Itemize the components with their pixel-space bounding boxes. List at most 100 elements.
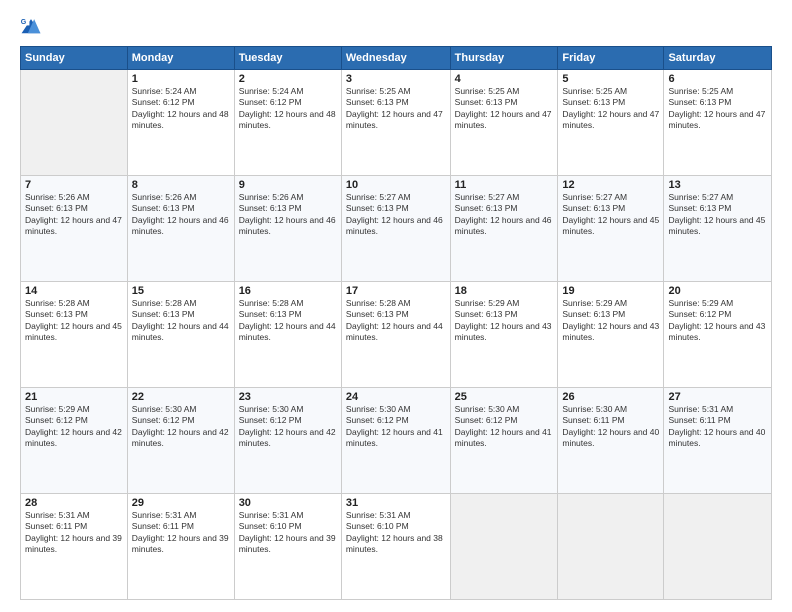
weekday-header-row: SundayMondayTuesdayWednesdayThursdayFrid… [21, 47, 772, 70]
day-info: Sunrise: 5:29 AM Sunset: 6:12 PM Dayligh… [668, 298, 767, 344]
calendar-cell: 25Sunrise: 5:30 AM Sunset: 6:12 PM Dayli… [450, 388, 558, 494]
calendar-cell [21, 70, 128, 176]
week-row-3: 14Sunrise: 5:28 AM Sunset: 6:13 PM Dayli… [21, 282, 772, 388]
calendar-cell: 4Sunrise: 5:25 AM Sunset: 6:13 PM Daylig… [450, 70, 558, 176]
calendar-cell: 16Sunrise: 5:28 AM Sunset: 6:13 PM Dayli… [234, 282, 341, 388]
day-number: 8 [132, 179, 230, 191]
day-number: 11 [455, 179, 554, 191]
day-number: 6 [668, 73, 767, 85]
day-info: Sunrise: 5:25 AM Sunset: 6:13 PM Dayligh… [668, 86, 767, 132]
day-number: 7 [25, 179, 123, 191]
week-row-5: 28Sunrise: 5:31 AM Sunset: 6:11 PM Dayli… [21, 494, 772, 600]
day-number: 26 [562, 391, 659, 403]
calendar-table: SundayMondayTuesdayWednesdayThursdayFrid… [20, 46, 772, 600]
day-number: 24 [346, 391, 446, 403]
calendar-cell: 30Sunrise: 5:31 AM Sunset: 6:10 PM Dayli… [234, 494, 341, 600]
day-info: Sunrise: 5:27 AM Sunset: 6:13 PM Dayligh… [562, 192, 659, 238]
day-info: Sunrise: 5:25 AM Sunset: 6:13 PM Dayligh… [562, 86, 659, 132]
day-info: Sunrise: 5:28 AM Sunset: 6:13 PM Dayligh… [239, 298, 337, 344]
day-info: Sunrise: 5:30 AM Sunset: 6:12 PM Dayligh… [239, 404, 337, 450]
day-info: Sunrise: 5:27 AM Sunset: 6:13 PM Dayligh… [455, 192, 554, 238]
svg-text:G: G [21, 19, 27, 26]
day-number: 3 [346, 73, 446, 85]
calendar-cell: 9Sunrise: 5:26 AM Sunset: 6:13 PM Daylig… [234, 176, 341, 282]
calendar-cell: 6Sunrise: 5:25 AM Sunset: 6:13 PM Daylig… [664, 70, 772, 176]
day-number: 17 [346, 285, 446, 297]
calendar-cell: 1Sunrise: 5:24 AM Sunset: 6:12 PM Daylig… [127, 70, 234, 176]
page: G SundayMondayTuesdayWednesdayThursdayFr… [0, 0, 792, 612]
calendar-cell: 2Sunrise: 5:24 AM Sunset: 6:12 PM Daylig… [234, 70, 341, 176]
calendar-cell: 13Sunrise: 5:27 AM Sunset: 6:13 PM Dayli… [664, 176, 772, 282]
day-number: 5 [562, 73, 659, 85]
calendar-cell [450, 494, 558, 600]
day-number: 28 [25, 497, 123, 509]
day-number: 10 [346, 179, 446, 191]
calendar-cell: 27Sunrise: 5:31 AM Sunset: 6:11 PM Dayli… [664, 388, 772, 494]
weekday-header-monday: Monday [127, 47, 234, 70]
day-number: 13 [668, 179, 767, 191]
weekday-header-sunday: Sunday [21, 47, 128, 70]
calendar-cell [664, 494, 772, 600]
day-number: 21 [25, 391, 123, 403]
calendar-cell: 20Sunrise: 5:29 AM Sunset: 6:12 PM Dayli… [664, 282, 772, 388]
calendar-cell [558, 494, 664, 600]
calendar-cell: 12Sunrise: 5:27 AM Sunset: 6:13 PM Dayli… [558, 176, 664, 282]
logo: G [20, 16, 44, 38]
logo-icon: G [20, 16, 42, 38]
day-number: 15 [132, 285, 230, 297]
calendar-cell: 31Sunrise: 5:31 AM Sunset: 6:10 PM Dayli… [341, 494, 450, 600]
calendar-cell: 11Sunrise: 5:27 AM Sunset: 6:13 PM Dayli… [450, 176, 558, 282]
day-info: Sunrise: 5:29 AM Sunset: 6:13 PM Dayligh… [455, 298, 554, 344]
day-number: 30 [239, 497, 337, 509]
day-number: 2 [239, 73, 337, 85]
calendar-cell: 5Sunrise: 5:25 AM Sunset: 6:13 PM Daylig… [558, 70, 664, 176]
calendar-cell: 23Sunrise: 5:30 AM Sunset: 6:12 PM Dayli… [234, 388, 341, 494]
calendar-cell: 21Sunrise: 5:29 AM Sunset: 6:12 PM Dayli… [21, 388, 128, 494]
day-info: Sunrise: 5:31 AM Sunset: 6:10 PM Dayligh… [239, 510, 337, 556]
day-info: Sunrise: 5:29 AM Sunset: 6:13 PM Dayligh… [562, 298, 659, 344]
calendar-cell: 14Sunrise: 5:28 AM Sunset: 6:13 PM Dayli… [21, 282, 128, 388]
day-info: Sunrise: 5:30 AM Sunset: 6:11 PM Dayligh… [562, 404, 659, 450]
calendar-cell: 22Sunrise: 5:30 AM Sunset: 6:12 PM Dayli… [127, 388, 234, 494]
day-number: 9 [239, 179, 337, 191]
day-info: Sunrise: 5:27 AM Sunset: 6:13 PM Dayligh… [346, 192, 446, 238]
day-number: 18 [455, 285, 554, 297]
day-number: 29 [132, 497, 230, 509]
day-number: 22 [132, 391, 230, 403]
day-info: Sunrise: 5:25 AM Sunset: 6:13 PM Dayligh… [346, 86, 446, 132]
day-number: 1 [132, 73, 230, 85]
day-number: 27 [668, 391, 767, 403]
day-info: Sunrise: 5:26 AM Sunset: 6:13 PM Dayligh… [25, 192, 123, 238]
calendar-cell: 24Sunrise: 5:30 AM Sunset: 6:12 PM Dayli… [341, 388, 450, 494]
day-number: 19 [562, 285, 659, 297]
day-info: Sunrise: 5:26 AM Sunset: 6:13 PM Dayligh… [239, 192, 337, 238]
day-number: 12 [562, 179, 659, 191]
day-number: 16 [239, 285, 337, 297]
day-info: Sunrise: 5:28 AM Sunset: 6:13 PM Dayligh… [25, 298, 123, 344]
calendar-cell: 15Sunrise: 5:28 AM Sunset: 6:13 PM Dayli… [127, 282, 234, 388]
day-info: Sunrise: 5:31 AM Sunset: 6:11 PM Dayligh… [132, 510, 230, 556]
day-info: Sunrise: 5:30 AM Sunset: 6:12 PM Dayligh… [132, 404, 230, 450]
day-info: Sunrise: 5:31 AM Sunset: 6:10 PM Dayligh… [346, 510, 446, 556]
day-number: 31 [346, 497, 446, 509]
calendar-cell: 8Sunrise: 5:26 AM Sunset: 6:13 PM Daylig… [127, 176, 234, 282]
day-info: Sunrise: 5:24 AM Sunset: 6:12 PM Dayligh… [239, 86, 337, 132]
day-info: Sunrise: 5:25 AM Sunset: 6:13 PM Dayligh… [455, 86, 554, 132]
day-number: 25 [455, 391, 554, 403]
day-info: Sunrise: 5:31 AM Sunset: 6:11 PM Dayligh… [25, 510, 123, 556]
day-info: Sunrise: 5:30 AM Sunset: 6:12 PM Dayligh… [455, 404, 554, 450]
week-row-4: 21Sunrise: 5:29 AM Sunset: 6:12 PM Dayli… [21, 388, 772, 494]
weekday-header-friday: Friday [558, 47, 664, 70]
weekday-header-tuesday: Tuesday [234, 47, 341, 70]
calendar-cell: 19Sunrise: 5:29 AM Sunset: 6:13 PM Dayli… [558, 282, 664, 388]
weekday-header-saturday: Saturday [664, 47, 772, 70]
calendar-cell: 28Sunrise: 5:31 AM Sunset: 6:11 PM Dayli… [21, 494, 128, 600]
day-number: 14 [25, 285, 123, 297]
calendar-cell: 29Sunrise: 5:31 AM Sunset: 6:11 PM Dayli… [127, 494, 234, 600]
calendar-cell: 17Sunrise: 5:28 AM Sunset: 6:13 PM Dayli… [341, 282, 450, 388]
day-info: Sunrise: 5:26 AM Sunset: 6:13 PM Dayligh… [132, 192, 230, 238]
day-info: Sunrise: 5:24 AM Sunset: 6:12 PM Dayligh… [132, 86, 230, 132]
day-info: Sunrise: 5:31 AM Sunset: 6:11 PM Dayligh… [668, 404, 767, 450]
day-number: 23 [239, 391, 337, 403]
week-row-2: 7Sunrise: 5:26 AM Sunset: 6:13 PM Daylig… [21, 176, 772, 282]
